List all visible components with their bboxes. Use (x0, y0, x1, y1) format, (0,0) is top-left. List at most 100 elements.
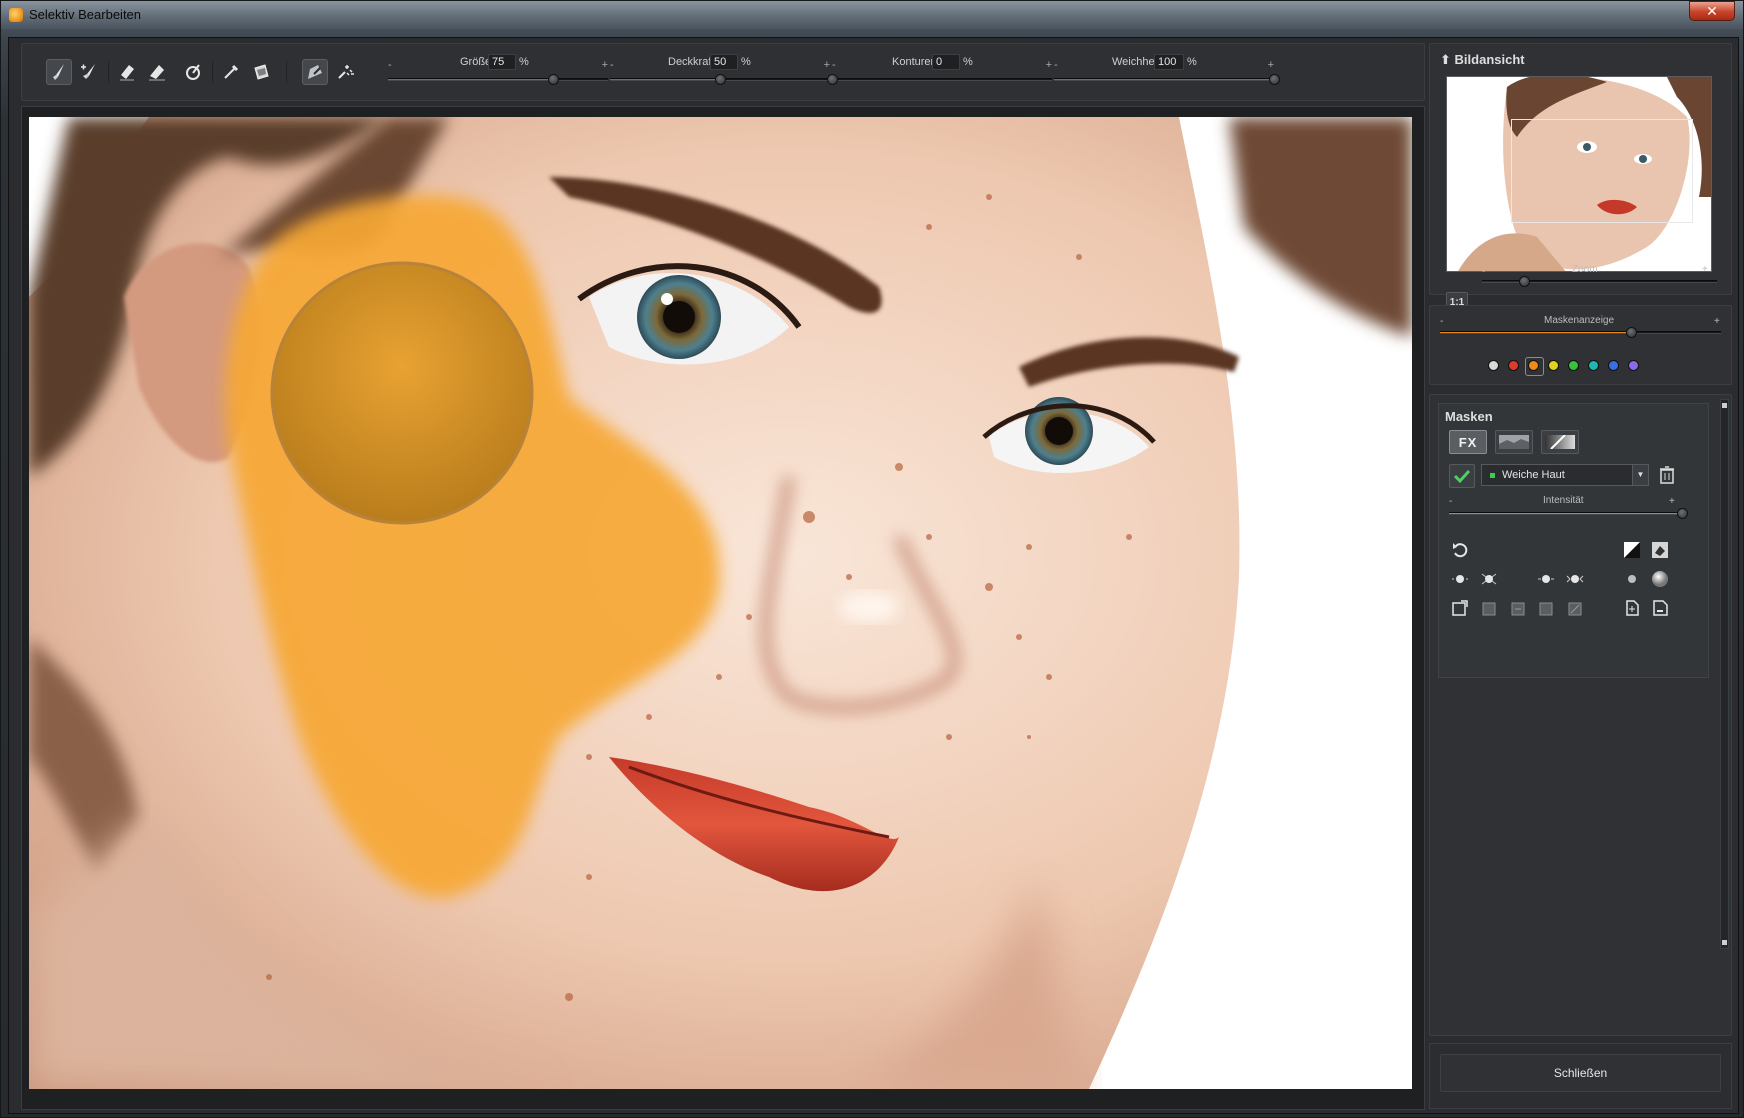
mask-tab-fx[interactable]: FX (1449, 430, 1487, 454)
deckkraft-value-input[interactable]: 50 (710, 54, 738, 70)
reset-button[interactable] (1449, 539, 1471, 561)
mask-color-swatch[interactable] (1525, 357, 1544, 376)
zoom-slider-handle[interactable] (1519, 276, 1531, 287)
feather-in-button[interactable] (1535, 568, 1557, 590)
gradient-tool-button[interactable] (248, 59, 274, 85)
grow-mask-button[interactable] (1449, 568, 1471, 590)
zoom-slider[interactable] (1482, 276, 1717, 287)
new-doc-icon (1452, 600, 1468, 616)
hard-brush-button[interactable] (1621, 568, 1643, 590)
mask-color-swatch[interactable] (1488, 360, 1499, 371)
toolbar-separator (108, 61, 109, 83)
auto-mask-tool-button[interactable] (332, 59, 358, 85)
weichheit-slider-handle[interactable] (1269, 74, 1280, 85)
intensity-plus[interactable]: + (1669, 496, 1675, 507)
window-title: Selektiv Bearbeiten (29, 7, 142, 22)
deckkraft-minus[interactable]: - (610, 59, 614, 71)
eraser-tool-button[interactable] (114, 59, 140, 85)
merge-mask-button[interactable] (1535, 597, 1557, 619)
fill-mask-button[interactable] (1649, 539, 1671, 561)
intensity-slider-handle[interactable] (1677, 508, 1688, 519)
mask-color-swatch[interactable] (1548, 360, 1559, 371)
brush-plus-tool-button[interactable] (76, 59, 102, 85)
image-canvas[interactable] (29, 117, 1412, 1089)
scroll-down-icon[interactable] (1722, 940, 1727, 945)
mask-brush-tool-button[interactable] (302, 59, 328, 85)
clone-tool-button[interactable] (180, 59, 206, 85)
konturen-plus[interactable]: + (1046, 59, 1052, 71)
mask-active-toggle[interactable] (1449, 464, 1475, 488)
groesse-label: Größe (460, 56, 492, 68)
mask-tab-landscape[interactable] (1495, 430, 1533, 454)
window-close-button[interactable]: ✕ (1689, 1, 1735, 21)
maskenanzeige-plus[interactable]: + (1714, 316, 1720, 327)
mask-tab-gradient[interactable] (1541, 430, 1579, 454)
paste-mask-button[interactable] (1507, 597, 1529, 619)
konturen-slider[interactable] (827, 74, 1052, 85)
title-bar: Selektiv Bearbeiten ✕ (1, 1, 1743, 29)
navigator-viewport-rect[interactable] (1511, 119, 1693, 223)
shrink-mask-button[interactable] (1478, 568, 1500, 590)
masken-scrollbar[interactable] (1720, 399, 1729, 949)
groesse-slider[interactable] (388, 74, 608, 85)
zoom-plus[interactable]: + (1702, 264, 1708, 275)
brush-plus-icon (81, 64, 95, 79)
feather-out-button[interactable] (1564, 568, 1586, 590)
deckkraft-slider[interactable] (610, 74, 830, 85)
fx-label: FX (1458, 434, 1478, 450)
mask-color-swatch[interactable] (1588, 360, 1599, 371)
maskenanzeige-panel: - Maskenanzeige + (1429, 305, 1732, 385)
subtract-doc-icon (1568, 602, 1582, 616)
weichheit-slider[interactable] (1054, 74, 1280, 85)
weichheit-value-input[interactable]: 100 (1154, 54, 1184, 70)
brush-tool-button[interactable] (46, 59, 72, 85)
navigator-thumbnail[interactable] (1446, 76, 1712, 272)
scroll-up-icon[interactable] (1722, 403, 1727, 408)
weichheit-plus[interactable]: + (1268, 59, 1274, 71)
mask-color-swatch[interactable] (1568, 360, 1579, 371)
maskenanzeige-minus[interactable]: - (1440, 316, 1443, 327)
contract-icon (1481, 573, 1497, 585)
weichheit-minus[interactable]: - (1054, 59, 1058, 71)
eraser-soft-tool-button[interactable] (144, 59, 170, 85)
subtract-mask-button[interactable] (1564, 597, 1586, 619)
mask-color-swatch[interactable] (1628, 360, 1639, 371)
copy-mask-button[interactable] (1478, 597, 1500, 619)
deckkraft-plus[interactable]: + (824, 59, 830, 71)
gradient-thumb-icon (1545, 435, 1575, 449)
close-button[interactable]: Schließen (1440, 1054, 1721, 1092)
invert-mask-button[interactable] (1621, 539, 1643, 561)
trash-icon (1660, 466, 1674, 484)
load-mask-button[interactable] (1621, 597, 1643, 619)
soft-brush-button[interactable] (1649, 568, 1671, 590)
pipette-tool-button[interactable] (218, 59, 244, 85)
konturen-slider-group: - Konturen 0 % + (827, 54, 1052, 88)
tool-toolbar: - Größe 75 % + - Deckkraft 50 % + - Kont… (21, 43, 1425, 101)
chevron-down-icon[interactable]: ▼ (1632, 465, 1648, 485)
collapse-arrow-icon[interactable]: ⬆ (1440, 52, 1451, 67)
maskenanzeige-slider[interactable] (1440, 327, 1721, 338)
mask-color-swatch[interactable] (1608, 360, 1619, 371)
intensity-minus[interactable]: - (1449, 496, 1452, 507)
konturen-minus[interactable]: - (832, 59, 836, 71)
groesse-value-input[interactable]: 75 (488, 54, 516, 70)
konturen-value-input[interactable]: 0 (932, 54, 960, 70)
maskenanzeige-slider-handle[interactable] (1626, 327, 1638, 338)
zoom-minus[interactable]: - (1482, 266, 1485, 277)
groesse-slider-handle[interactable] (548, 74, 559, 85)
mask-preset-select[interactable]: Weiche Haut ▼ (1481, 464, 1649, 486)
save-mask-button[interactable] (1649, 597, 1671, 619)
new-mask-button[interactable] (1449, 597, 1471, 619)
bildansicht-title: Bildansicht (1454, 52, 1525, 67)
konturen-slider-handle[interactable] (827, 74, 838, 85)
delete-mask-button[interactable] (1655, 464, 1679, 486)
feather-out-icon (1566, 575, 1584, 583)
intensity-slider[interactable] (1449, 508, 1688, 519)
groesse-minus[interactable]: - (388, 59, 392, 71)
deckkraft-slider-handle[interactable] (715, 74, 726, 85)
app-window: Selektiv Bearbeiten ✕ - Größe 75 % + - D… (0, 0, 1744, 1118)
groesse-plus[interactable]: + (602, 59, 608, 71)
mask-color-swatch[interactable] (1508, 360, 1519, 371)
weichheit-unit: % (1187, 56, 1197, 68)
deckkraft-unit: % (741, 56, 751, 68)
